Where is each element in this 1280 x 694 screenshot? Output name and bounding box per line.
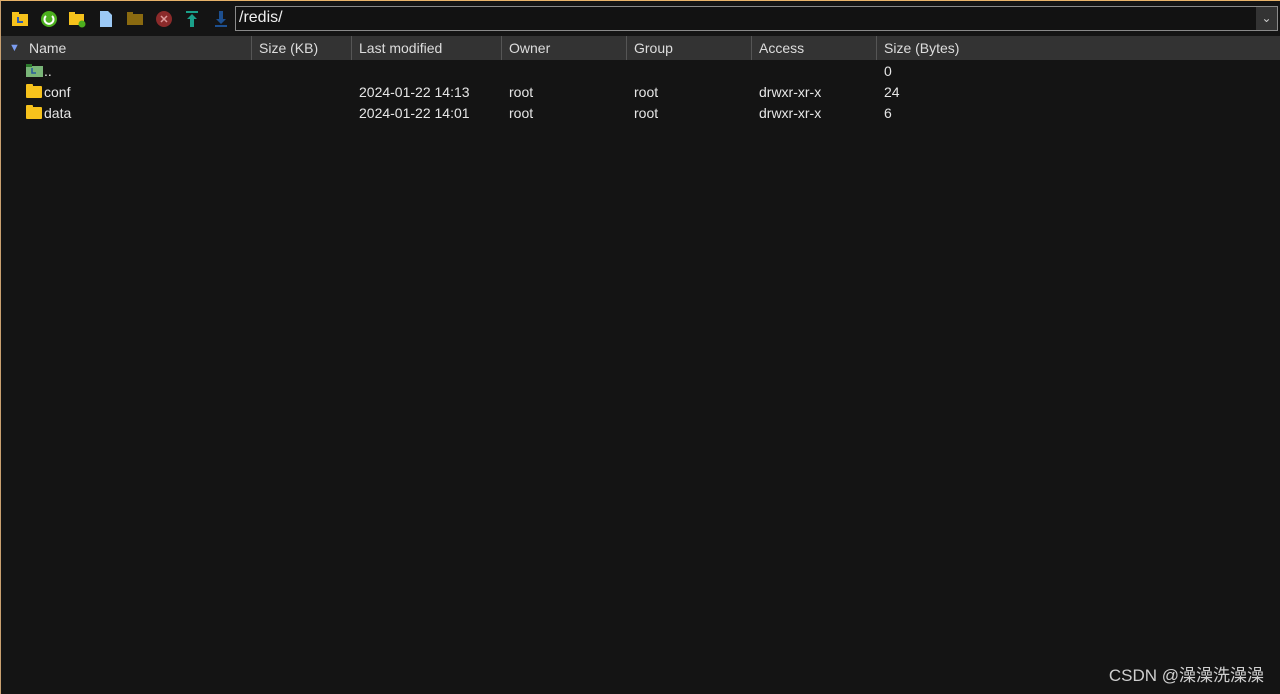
column-header: ▼ Name Size (KB) Last modified Owner Grou… (1, 36, 1280, 60)
size-bytes: 24 (884, 84, 900, 100)
path-value: /redis/ (239, 9, 283, 26)
size-bytes: 6 (884, 105, 892, 121)
sort-desc-icon: ▼ (9, 42, 20, 54)
file-name: conf (44, 84, 71, 100)
last-modified: 2024-01-22 14:13 (359, 84, 470, 100)
group: root (634, 84, 659, 100)
last-modified: 2024-01-22 14:01 (359, 105, 470, 121)
size-bytes: 0 (884, 63, 892, 79)
refresh-icon[interactable] (40, 10, 58, 28)
folder-icon (26, 105, 42, 119)
column-name[interactable]: ▼ Name (1, 36, 252, 60)
watermark: CSDN @澡澡洗澡澡 (1108, 666, 1264, 685)
access: drwxr-xr-x (759, 84, 822, 100)
upload-icon[interactable] (183, 10, 201, 28)
folder-up-icon[interactable] (11, 10, 29, 28)
column-access[interactable]: Access (752, 36, 877, 60)
file-name: data (44, 105, 72, 121)
access: drwxr-xr-x (759, 105, 822, 121)
owner: root (509, 84, 534, 100)
path-input[interactable]: /redis/ ⌄ (235, 6, 1278, 31)
column-group[interactable]: Group (627, 36, 752, 60)
group: root (634, 105, 659, 121)
table-row[interactable]: conf 2024-01-22 14:13 root root drwxr-xr… (1, 82, 1280, 103)
column-owner[interactable]: Owner (502, 36, 627, 60)
column-label: Name (29, 40, 67, 56)
column-last-modified[interactable]: Last modified (352, 36, 502, 60)
file-name: .. (44, 63, 52, 79)
new-folder-icon[interactable] (68, 10, 86, 28)
column-size-bytes[interactable]: Size (Bytes) (877, 36, 1280, 60)
parent-folder-icon (26, 64, 43, 77)
toolbar: /redis/ ⌄ (1, 2, 1280, 36)
table-row[interactable]: .. 0 (1, 61, 1280, 82)
new-file-icon[interactable] (97, 10, 115, 28)
folder-icon[interactable] (126, 10, 144, 28)
chevron-down-icon[interactable]: ⌄ (1256, 7, 1277, 30)
delete-icon[interactable] (155, 10, 173, 28)
table-row[interactable]: data 2024-01-22 14:01 root root drwxr-xr… (1, 103, 1280, 124)
folder-icon (26, 84, 42, 98)
owner: root (509, 105, 534, 121)
download-icon[interactable] (212, 10, 230, 28)
column-size-kb[interactable]: Size (KB) (252, 36, 352, 60)
